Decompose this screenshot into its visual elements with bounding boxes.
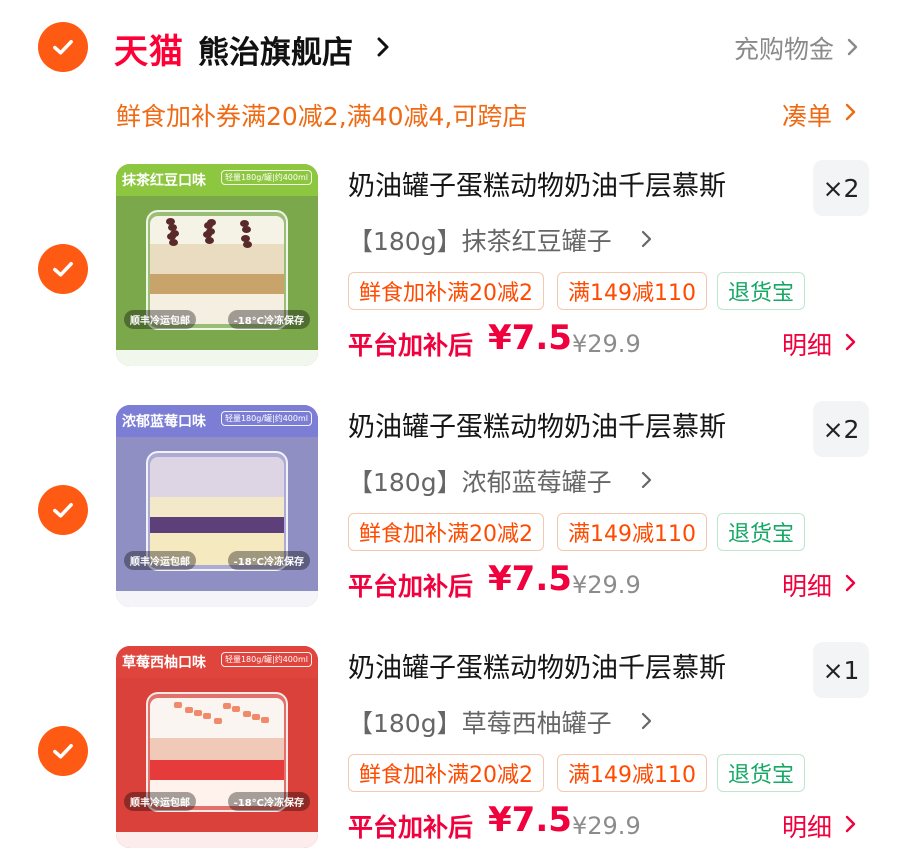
thumbnail-weight: 轻量180g/罐|约400ml [220,411,312,426]
chevron-right-icon[interactable] [846,38,860,56]
variant-selector[interactable]: 【180g】草莓西柚罐子 [348,704,612,740]
thumbnail-footer [116,591,318,607]
subsidized-price: ¥7.5 [488,800,572,840]
discount-tag: 满149减110 [557,272,707,310]
thumbnail-footer [116,350,318,366]
checkmark-icon [53,262,73,277]
fresh-subsidy-tag: 鲜食加补满20减2 [348,272,544,310]
return-insurance-tag: 退货宝 [717,754,806,792]
thumbnail-footer [116,832,318,848]
top-up-link[interactable]: 充购物金 [734,30,834,66]
thumbnail-flavor: 草莓西柚口味 [122,655,206,671]
thumbnail-banner: 抹茶红豆口味 轻量180g/罐|约400ml [116,164,318,196]
quantity-badge[interactable]: ×1 [813,642,869,698]
chevron-right-icon[interactable] [640,230,653,248]
thumbnail-shipping: 顺丰冷运包邮 [124,310,196,329]
thumbnail-storage: -18°C冷冻保存 [227,551,310,570]
quantity-badge[interactable]: ×2 [813,401,869,457]
thumbnail-flavor: 抹茶红豆口味 [122,173,206,189]
thumbnail-storage: -18°C冷冻保存 [227,310,310,329]
price-label: 平台加补后 [348,813,474,842]
thumbnail-weight: 轻量180g/罐|约400ml [220,652,312,667]
price-detail-link[interactable]: 明细 [782,808,832,844]
checkmark-icon [53,40,73,55]
chevron-right-icon[interactable] [844,333,858,351]
item-select-checkbox[interactable] [38,244,88,294]
thumbnail-shipping: 顺丰冷运包邮 [124,792,196,811]
chevron-right-icon[interactable] [640,712,653,730]
original-price: ¥29.9 [572,571,641,599]
subsidized-price: ¥7.5 [488,318,572,358]
chevron-right-icon[interactable] [374,36,392,58]
chevron-right-icon[interactable] [844,103,858,121]
item-select-checkbox[interactable] [38,726,88,776]
store-select-checkbox[interactable] [38,22,88,72]
price-label: 平台加补后 [348,572,474,601]
discount-tag: 满149减110 [557,754,707,792]
product-thumbnail[interactable]: 草莓西柚口味 轻量180g/罐|约400ml 顺丰冷运包邮 -18°C冷冻保存 [116,646,318,848]
cart-item: 草莓西柚口味 轻量180g/罐|约400ml 顺丰冷运包邮 -18°C冷冻保存 … [0,642,904,858]
return-insurance-tag: 退货宝 [717,513,806,551]
quantity-badge[interactable]: ×2 [813,160,869,216]
product-title[interactable]: 奶油罐子蛋糕动物奶油千层慕斯 [348,164,726,203]
cart-item: 抹茶红豆口味 轻量180g/罐|约400ml 顺丰冷运包邮 -18°C冷冻保存 … [0,160,904,390]
thumbnail-storage: -18°C冷冻保存 [227,792,310,811]
thumbnail-banner: 浓郁蓝莓口味 轻量180g/罐|约400ml [116,405,318,437]
chevron-right-icon[interactable] [844,815,858,833]
thumbnail-weight: 轻量180g/罐|约400ml [220,170,312,185]
product-thumbnail[interactable]: 浓郁蓝莓口味 轻量180g/罐|约400ml 顺丰冷运包邮 -18°C冷冻保存 [116,405,318,607]
variant-selector[interactable]: 【180g】抹茶红豆罐子 [348,222,612,258]
checkmark-icon [53,503,73,518]
chevron-right-icon[interactable] [640,471,653,489]
store-name-link[interactable]: 熊治旗舰店 [198,27,353,72]
thumbnail-shipping: 顺丰冷运包邮 [124,551,196,570]
fresh-subsidy-tag: 鲜食加补满20减2 [348,513,544,551]
item-select-checkbox[interactable] [38,485,88,535]
thumbnail-banner: 草莓西柚口味 轻量180g/罐|约400ml [116,646,318,678]
original-price: ¥29.9 [572,330,641,358]
price-detail-link[interactable]: 明细 [782,567,832,603]
chevron-right-icon[interactable] [844,574,858,592]
fresh-subsidy-tag: 鲜食加补满20减2 [348,754,544,792]
subsidized-price: ¥7.5 [488,559,572,599]
cart-item: 浓郁蓝莓口味 轻量180g/罐|约400ml 顺丰冷运包邮 -18°C冷冻保存 … [0,401,904,631]
original-price: ¥29.9 [572,812,641,840]
store-header: 天猫 熊治旗舰店 充购物金 [0,0,904,92]
product-thumbnail[interactable]: 抹茶红豆口味 轻量180g/罐|约400ml 顺丰冷运包邮 -18°C冷冻保存 [116,164,318,366]
coupon-banner: 鲜食加补券满20减2,满40减4,可跨店 [116,102,528,131]
discount-tag: 满149减110 [557,513,707,551]
tmall-logo: 天猫 [114,32,184,72]
combine-order-link[interactable]: 凑单 [782,97,832,133]
thumbnail-flavor: 浓郁蓝莓口味 [122,414,206,430]
product-title[interactable]: 奶油罐子蛋糕动物奶油千层慕斯 [348,646,726,685]
product-title[interactable]: 奶油罐子蛋糕动物奶油千层慕斯 [348,405,726,444]
price-detail-link[interactable]: 明细 [782,326,832,362]
price-label: 平台加补后 [348,331,474,360]
checkmark-icon [53,744,73,759]
return-insurance-tag: 退货宝 [717,272,806,310]
variant-selector[interactable]: 【180g】浓郁蓝莓罐子 [348,463,612,499]
